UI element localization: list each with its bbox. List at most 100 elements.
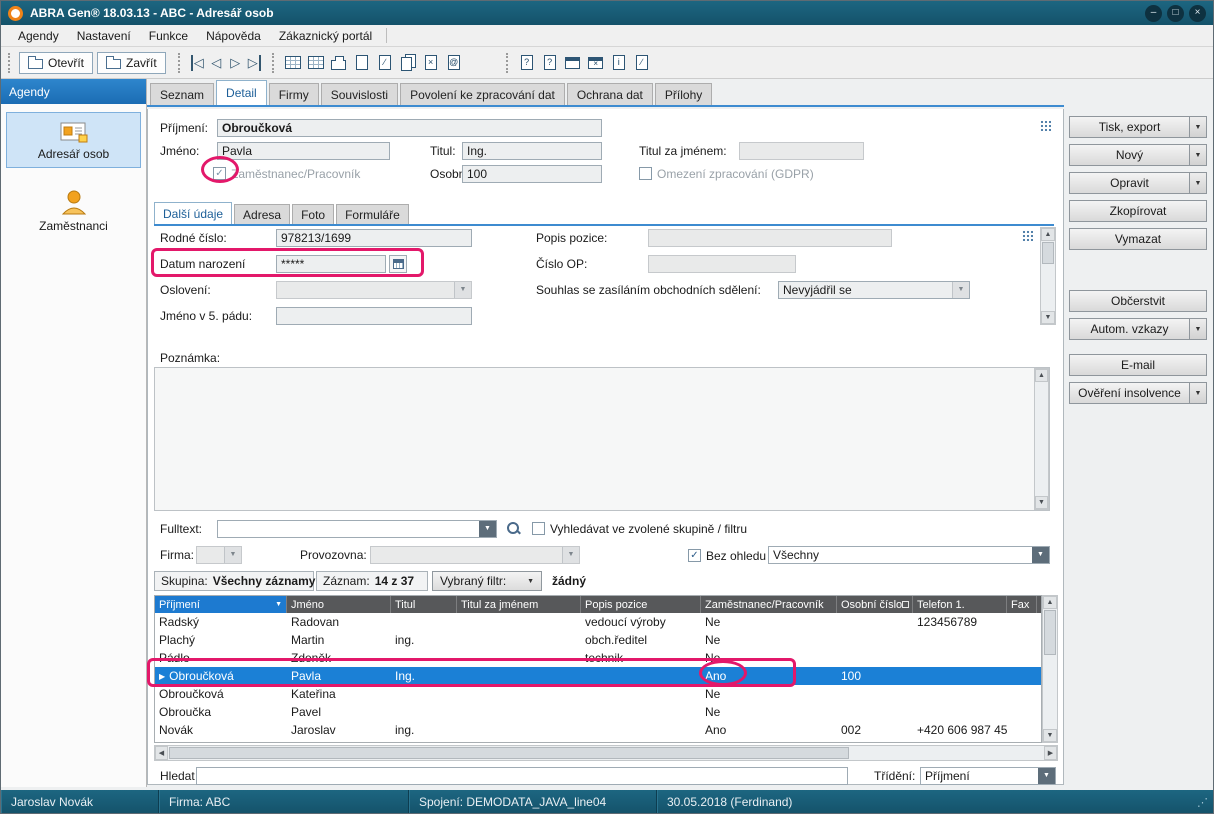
send-record-icon[interactable]: @	[443, 52, 465, 74]
birth-number-field[interactable]: 978213/1699	[276, 229, 472, 247]
dropdown-icon[interactable]: ▼	[224, 547, 241, 563]
salutation-combo[interactable]: ▼	[276, 281, 472, 299]
notes-icon[interactable]: ∕	[631, 52, 653, 74]
sort-combo[interactable]: Příjmení ▼	[920, 767, 1056, 785]
customize-panel-icon[interactable]	[1022, 230, 1033, 241]
dropdown-icon[interactable]: ▼	[562, 547, 579, 563]
customize-panel-icon[interactable]	[1040, 120, 1051, 131]
tab-prilohy[interactable]: Přílohy	[655, 83, 712, 105]
calendar-button[interactable]	[389, 255, 407, 273]
title-after-field[interactable]	[739, 142, 864, 160]
column-header-telefon[interactable]: Telefon 1.	[913, 596, 1007, 613]
refresh-button[interactable]: Občerstvit	[1069, 290, 1207, 312]
menu-napoveda[interactable]: Nápověda	[197, 25, 270, 46]
menu-agendy[interactable]: Agendy	[9, 25, 68, 46]
note-scrollbar[interactable]: ▲ ▼	[1034, 368, 1049, 510]
close-window-icon[interactable]: ×	[585, 52, 607, 74]
column-header-zamestnanec[interactable]: Zaměstnanec/Pracovník	[701, 596, 837, 613]
selected-filter-button[interactable]: Vybraný filtr: ▼	[432, 571, 542, 591]
last-record-icon[interactable]: ▷	[245, 53, 264, 73]
close-agenda-button[interactable]: Zavřít	[97, 52, 166, 74]
table-row[interactable]: PádloZdeněktechnikNe	[155, 649, 1041, 667]
search-icon[interactable]	[506, 521, 522, 537]
sidebar-item-adresar-osob[interactable]: Adresář osob	[6, 112, 141, 168]
dropdown-icon[interactable]: ▼	[1189, 319, 1206, 339]
group-segment[interactable]: Skupina: Všechny záznamy	[154, 571, 314, 591]
scope-combo[interactable]: Všechny ▼	[768, 546, 1050, 564]
dropdown-icon[interactable]: ▼	[1189, 117, 1206, 137]
scroll-left-icon[interactable]: ◀	[155, 746, 168, 760]
table-row[interactable]: RadskýRadovanvedoucí výrobyNe123456789	[155, 613, 1041, 631]
edit-button[interactable]: Opravit ▼	[1069, 172, 1207, 194]
firm-combo[interactable]: ▼	[196, 546, 242, 564]
next-record-icon[interactable]: ▷	[226, 53, 245, 73]
tab-firmy[interactable]: Firmy	[269, 83, 319, 105]
scroll-thumb[interactable]	[169, 747, 849, 759]
surname-field[interactable]: Obroučková	[217, 119, 602, 137]
resize-grip-icon[interactable]: ⋰	[1197, 796, 1213, 809]
firstname-field[interactable]: Pavla	[217, 142, 390, 160]
scroll-thumb[interactable]	[1042, 242, 1054, 264]
delete-button[interactable]: Vymazat	[1069, 228, 1207, 250]
scroll-up-icon[interactable]: ▲	[1041, 228, 1055, 241]
window-icon[interactable]	[562, 52, 584, 74]
scroll-up-icon[interactable]: ▲	[1035, 369, 1048, 382]
column-header-osobni-cislo[interactable]: Osobní číslo	[837, 596, 913, 613]
dropdown-icon[interactable]: ▼	[952, 282, 969, 298]
table-row[interactable]: PlachýMartining.obch.ředitelNe	[155, 631, 1041, 649]
scroll-thumb[interactable]	[1044, 610, 1056, 655]
table-horizontal-scrollbar[interactable]: ◀ ▶	[154, 745, 1058, 761]
table-row-selected[interactable]: ▶Obroučková PavlaIng.Ano100	[155, 667, 1041, 685]
table-vertical-scrollbar[interactable]: ▲ ▼	[1042, 595, 1058, 743]
table-row[interactable]: NovákJaroslaving.Ano002+420 606 987 456	[155, 721, 1041, 739]
tab-seznam[interactable]: Seznam	[150, 83, 214, 105]
subtab-formulare[interactable]: Formuláře	[336, 204, 409, 224]
dropdown-icon[interactable]: ▼	[1189, 173, 1206, 193]
close-button[interactable]: ×	[1189, 5, 1206, 22]
tab-ochrana-dat[interactable]: Ochrana dat	[567, 83, 653, 105]
export-table-icon[interactable]	[282, 52, 304, 74]
dropdown-icon[interactable]: ▼	[454, 282, 471, 298]
search-in-group-checkbox[interactable]	[532, 522, 545, 535]
scroll-down-icon[interactable]: ▼	[1035, 496, 1048, 509]
subtab-adresa[interactable]: Adresa	[234, 204, 290, 224]
menu-funkce[interactable]: Funkce	[140, 25, 197, 46]
gdpr-checkbox[interactable]	[639, 167, 652, 180]
scroll-down-icon[interactable]: ▼	[1041, 311, 1055, 324]
column-header-titul-za-jmenem[interactable]: Titul za jménem	[457, 596, 581, 613]
subtab-dalsi-udaje[interactable]: Další údaje	[154, 202, 232, 224]
edit-record-icon[interactable]: ∕	[374, 52, 396, 74]
new-record-icon[interactable]	[351, 52, 373, 74]
import-table-icon[interactable]	[305, 52, 327, 74]
id-card-field[interactable]	[648, 255, 796, 273]
scroll-right-icon[interactable]: ▶	[1044, 746, 1057, 760]
context-help-icon[interactable]: ?	[539, 52, 561, 74]
scroll-down-icon[interactable]: ▼	[1043, 729, 1057, 742]
dropdown-icon[interactable]: ▼	[479, 521, 496, 537]
print-export-button[interactable]: Tisk, export ▼	[1069, 116, 1207, 138]
print-icon[interactable]	[328, 52, 350, 74]
scroll-up-icon[interactable]: ▲	[1043, 596, 1057, 609]
copy-record-icon[interactable]	[397, 52, 419, 74]
column-header-titul[interactable]: Titul	[391, 596, 457, 613]
find-input[interactable]	[196, 767, 848, 785]
dropdown-icon[interactable]: ▼	[1032, 547, 1049, 563]
vocative-field[interactable]	[276, 307, 472, 325]
menu-zakaznicky-portal[interactable]: Zákaznický portál	[270, 25, 381, 46]
regardless-checkbox[interactable]: ✓	[688, 549, 701, 562]
position-field[interactable]	[648, 229, 892, 247]
birth-date-field[interactable]: *****	[276, 255, 386, 273]
previous-record-icon[interactable]: ◁	[207, 53, 226, 73]
personal-number-field[interactable]: 100	[462, 165, 602, 183]
detail-scrollbar[interactable]: ▲ ▼	[1040, 227, 1056, 325]
first-record-icon[interactable]: ◁	[188, 53, 207, 73]
fulltext-combo[interactable]: ▼	[217, 520, 497, 538]
delete-record-icon[interactable]: ×	[420, 52, 442, 74]
title-field[interactable]: Ing.	[462, 142, 602, 160]
subtab-foto[interactable]: Foto	[292, 204, 334, 224]
new-button[interactable]: Nový ▼	[1069, 144, 1207, 166]
dropdown-icon[interactable]: ▼	[1189, 145, 1206, 165]
open-agenda-button[interactable]: Otevřít	[19, 52, 93, 74]
minimize-button[interactable]: –	[1145, 5, 1162, 22]
dropdown-icon[interactable]: ▼	[1038, 768, 1055, 784]
